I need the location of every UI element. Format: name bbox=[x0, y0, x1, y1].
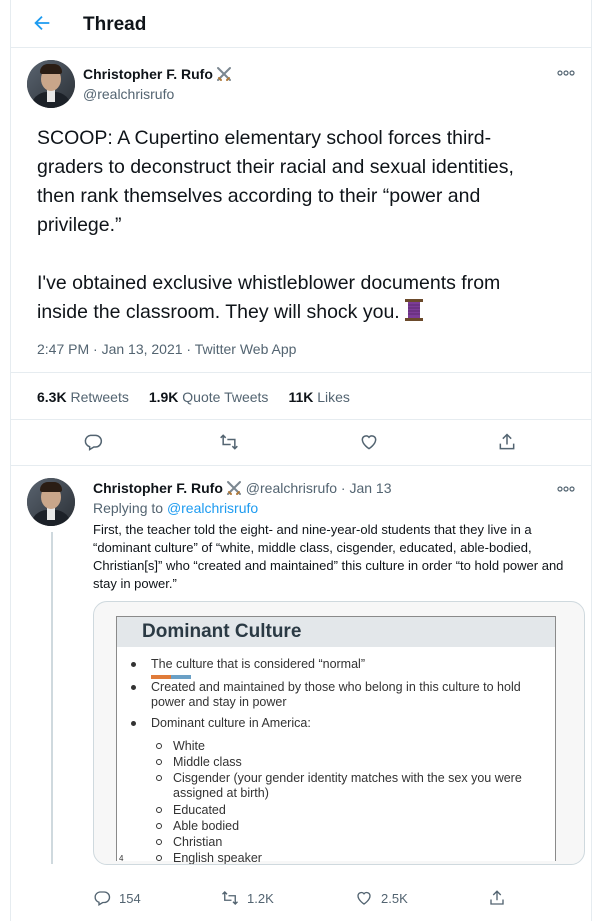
tweet-actions bbox=[11, 432, 591, 456]
thread-frame: Thread Christopher F. Rufo @realchrisruf… bbox=[10, 0, 592, 921]
more-options-icon[interactable] bbox=[557, 68, 575, 78]
retweet-action[interactable]: 1.2K bbox=[221, 889, 274, 907]
tweet-stats: 6.3K Retweets 1.9K Quote Tweets 11K Like… bbox=[37, 389, 350, 405]
like-action[interactable]: 2.5K bbox=[355, 889, 408, 907]
slide-sub-bullet: English speaker bbox=[156, 851, 262, 864]
reply-icon[interactable] bbox=[93, 889, 111, 907]
share-icon[interactable] bbox=[488, 889, 506, 907]
divider bbox=[11, 372, 591, 373]
replying-to: Replying to @realchrisrufo bbox=[93, 500, 259, 516]
slide-sub-bullet: Cisgender (your gender identity matches … bbox=[156, 771, 522, 786]
reply-icon[interactable] bbox=[83, 432, 103, 452]
reply-text: First, the teacher told the eight- and n… bbox=[93, 522, 564, 591]
like-icon[interactable] bbox=[359, 432, 379, 452]
slide-sub-bullet: Educated bbox=[156, 803, 226, 818]
slide-bullet-continued: power and stay in power bbox=[151, 695, 287, 709]
retweet-icon[interactable] bbox=[219, 432, 239, 452]
divider bbox=[11, 465, 591, 466]
thread-connector-line bbox=[51, 532, 53, 864]
slide-page-number: 4 bbox=[119, 854, 124, 863]
slide-bullet: The culture that is considered “normal” bbox=[131, 657, 365, 672]
reply-action[interactable]: 154 bbox=[93, 889, 141, 907]
quote-tweets-stat[interactable]: 1.9K Quote Tweets bbox=[149, 389, 269, 405]
slide-sub-bullet: White bbox=[156, 739, 205, 754]
author-name[interactable]: Christopher F. Rufo bbox=[83, 66, 232, 82]
slide-underline bbox=[151, 675, 191, 679]
reply-count: 154 bbox=[119, 890, 141, 906]
crossed-swords-icon bbox=[216, 67, 231, 81]
slide-bullet: Created and maintained by those who belo… bbox=[131, 680, 521, 695]
tweet-timestamp[interactable]: 2:47 PM · Jan 13, 2021 · Twitter Web App bbox=[37, 341, 296, 357]
share-action[interactable] bbox=[488, 889, 506, 907]
slide-sub-bullet: Christian bbox=[156, 835, 222, 850]
retweet-count: 1.2K bbox=[247, 890, 274, 906]
avatar[interactable] bbox=[27, 60, 75, 108]
slide-title: Dominant Culture bbox=[117, 617, 555, 647]
reply-meta[interactable]: @realchrisrufo · Jan 13 bbox=[246, 480, 392, 496]
reply-actions: 154 1.2K 2.5K bbox=[93, 889, 593, 909]
slide-bullet: Dominant culture in America: bbox=[131, 716, 311, 731]
reply-header: Christopher F. Rufo @realchrisrufo · Jan… bbox=[93, 480, 392, 496]
share-icon[interactable] bbox=[497, 432, 517, 452]
reply-avatar[interactable] bbox=[27, 478, 75, 526]
page-title: Thread bbox=[83, 14, 147, 35]
like-icon[interactable] bbox=[355, 889, 373, 907]
slide-sub-bullet: Middle class bbox=[156, 755, 242, 770]
thread-header: Thread bbox=[11, 0, 591, 48]
thread-spool-icon bbox=[404, 299, 423, 321]
tweet-text: SCOOP: A Cupertino elementary school for… bbox=[37, 127, 514, 323]
more-options-icon[interactable] bbox=[557, 484, 575, 494]
retweet-icon[interactable] bbox=[221, 889, 239, 907]
slide-sub-bullet-continued: assigned at birth) bbox=[173, 786, 269, 800]
slide: Dominant Culture The culture that is con… bbox=[116, 616, 556, 864]
author-handle[interactable]: @realchrisrufo bbox=[83, 86, 174, 102]
embedded-image[interactable]: Dominant Culture The culture that is con… bbox=[93, 601, 585, 865]
replying-to-link[interactable]: @realchrisrufo bbox=[167, 500, 258, 516]
retweets-stat[interactable]: 6.3K Retweets bbox=[37, 389, 129, 405]
likes-stat[interactable]: 11K Likes bbox=[288, 389, 350, 405]
crossed-swords-icon bbox=[226, 481, 241, 495]
divider bbox=[11, 419, 591, 420]
like-count: 2.5K bbox=[381, 890, 408, 906]
slide-sub-bullet: Able bodied bbox=[156, 819, 239, 834]
reply-author-name[interactable]: Christopher F. Rufo bbox=[93, 480, 223, 496]
back-arrow-icon[interactable] bbox=[31, 12, 53, 34]
